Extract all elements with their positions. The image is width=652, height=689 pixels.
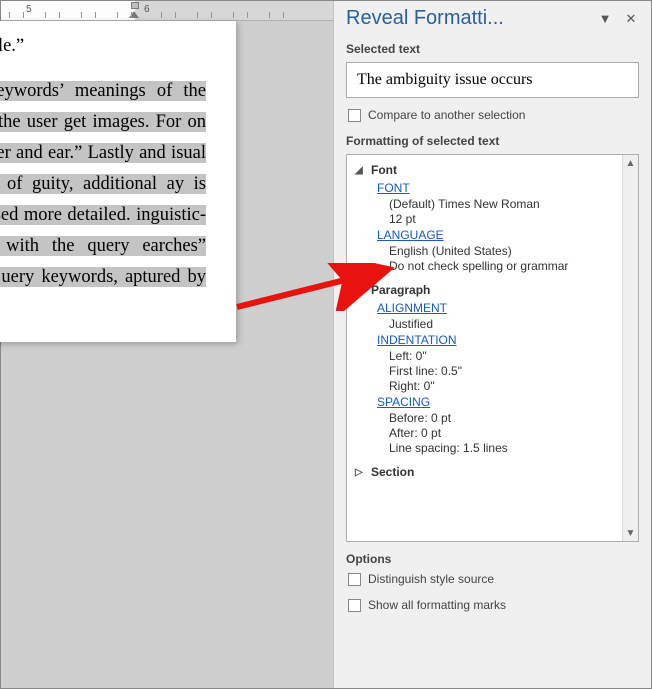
doc-line-unselected[interactable]: rd “apple.”: [0, 31, 206, 62]
language-value: English (United States): [355, 244, 618, 258]
tree-head-font-label: Font: [371, 163, 397, 177]
close-icon[interactable]: ✕: [621, 9, 641, 29]
indent-right-value: Right: 0": [355, 379, 618, 393]
pane-title: Reveal Formatti...: [346, 7, 589, 30]
checkbox-icon[interactable]: [348, 573, 361, 586]
distinguish-label: Distinguish style source: [368, 572, 494, 586]
spacing-line-value: Line spacing: 1.5 lines: [355, 441, 618, 455]
font-link[interactable]: FONT: [355, 181, 618, 195]
alignment-link[interactable]: ALIGNMENT: [355, 301, 618, 315]
pane-menu-dropdown-icon[interactable]: ▼: [595, 9, 615, 29]
tree-head-section-label: Section: [371, 465, 414, 479]
compare-label: Compare to another selection: [368, 108, 525, 122]
document-area: 5 6 rd “apple.” uery keywords’ meanings …: [1, 1, 333, 688]
checkbox-icon[interactable]: [348, 599, 361, 612]
tree-group-section: ▷ Section: [355, 463, 618, 481]
indentation-link[interactable]: INDENTATION: [355, 333, 618, 347]
tree-head-section[interactable]: ▷ Section: [355, 463, 618, 481]
spacing-link[interactable]: SPACING: [355, 395, 618, 409]
compare-checkbox-row[interactable]: Compare to another selection: [348, 108, 639, 122]
language-link[interactable]: LANGUAGE: [355, 228, 618, 242]
selected-text-preview[interactable]: The ambiguity issue occurs: [346, 62, 639, 98]
disclose-right-icon[interactable]: ▷: [355, 467, 365, 478]
disclose-down-icon[interactable]: ◢: [355, 165, 365, 176]
doc-selected-text[interactable]: uery keywords’ meanings of the econd, th…: [0, 81, 206, 318]
tree-head-paragraph[interactable]: ◢ Paragraph: [355, 281, 618, 299]
tree-group-paragraph: ◢ Paragraph ALIGNMENT Justified INDENTAT…: [355, 281, 618, 455]
scroll-up-icon[interactable]: ▲: [623, 155, 639, 171]
formatting-label: Formatting of selected text: [346, 134, 639, 148]
tree-head-paragraph-label: Paragraph: [371, 283, 430, 297]
vertical-scrollbar[interactable]: ▲ ▼: [622, 155, 638, 541]
pane-body: Selected text The ambiguity issue occurs…: [334, 34, 651, 634]
formatting-tree: ◢ Font FONT (Default) Times New Roman 12…: [346, 154, 639, 542]
indent-first-value: First line: 0.5": [355, 364, 618, 378]
checkbox-icon[interactable]: [348, 109, 361, 122]
indent-left-value: Left: 0": [355, 349, 618, 363]
document-page[interactable]: rd “apple.” uery keywords’ meanings of t…: [0, 21, 236, 342]
show-all-checkbox-row[interactable]: Show all formatting marks: [348, 598, 639, 612]
document-text[interactable]: rd “apple.” uery keywords’ meanings of t…: [0, 31, 206, 324]
scroll-down-icon[interactable]: ▼: [623, 525, 639, 541]
font-size-value: 12 pt: [355, 212, 618, 226]
options-section: Options Distinguish style source Show al…: [346, 552, 639, 612]
show-all-label: Show all formatting marks: [368, 598, 506, 612]
selected-text-label: Selected text: [346, 42, 639, 56]
options-label: Options: [346, 552, 639, 566]
spacing-after-value: After: 0 pt: [355, 426, 618, 440]
disclose-down-icon[interactable]: ◢: [355, 285, 365, 296]
font-family-value: (Default) Times New Roman: [355, 197, 618, 211]
horizontal-ruler[interactable]: 5 6: [1, 1, 333, 21]
pane-header: Reveal Formatti... ▼ ✕: [334, 1, 651, 34]
spellcheck-value: Do not check spelling or grammar: [355, 259, 618, 273]
ruler-ticks: [1, 12, 333, 20]
distinguish-checkbox-row[interactable]: Distinguish style source: [348, 572, 639, 586]
spacing-before-value: Before: 0 pt: [355, 411, 618, 425]
tree-group-font: ◢ Font FONT (Default) Times New Roman 12…: [355, 161, 618, 273]
tree-head-font[interactable]: ◢ Font: [355, 161, 618, 179]
alignment-value: Justified: [355, 317, 618, 331]
reveal-formatting-pane: Reveal Formatti... ▼ ✕ Selected text The…: [333, 1, 651, 688]
